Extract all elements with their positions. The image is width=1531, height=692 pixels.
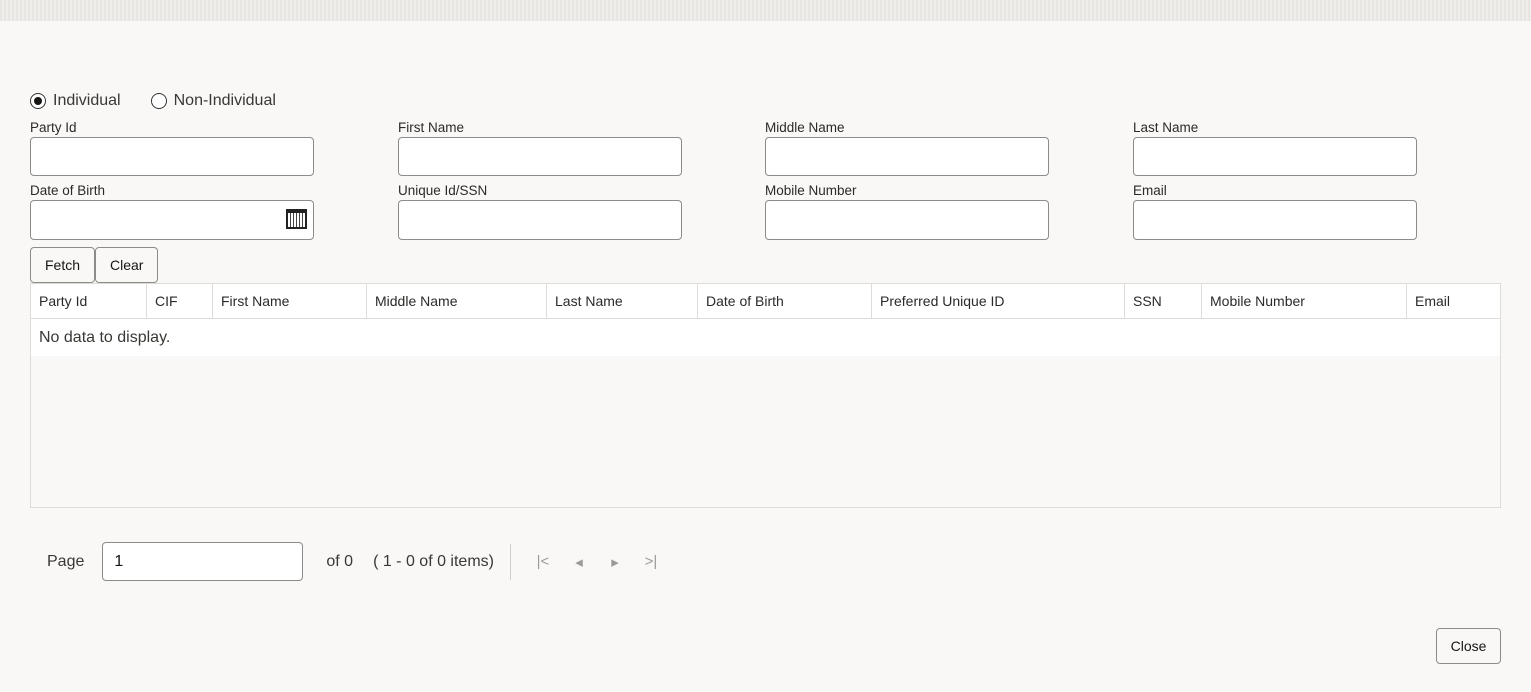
column-header[interactable]: SSN [1125, 284, 1202, 318]
party-id-field: Party Id [30, 120, 314, 176]
field-label: Mobile Number [765, 183, 857, 198]
date-of-birth-input[interactable] [30, 200, 314, 240]
column-header[interactable]: Date of Birth [698, 284, 872, 318]
field-label: Unique Id/SSN [398, 183, 488, 198]
field-label: First Name [398, 120, 465, 135]
next-page-icon[interactable]: ▸ [597, 553, 633, 571]
clear-button[interactable]: Clear [95, 247, 159, 283]
close-button[interactable]: Close [1436, 628, 1501, 664]
radio-label: Non-Individual [173, 92, 276, 109]
column-header[interactable]: Preferred Unique ID [872, 284, 1125, 318]
radio-label: Individual [53, 92, 121, 109]
page-input[interactable]: 1 [102, 542, 304, 581]
action-buttons: Fetch Clear [30, 247, 159, 283]
mobile-number-input[interactable] [765, 200, 1049, 240]
calendar-icon[interactable] [286, 209, 307, 229]
column-header[interactable]: Party Id [31, 284, 147, 318]
unique-id-input[interactable] [398, 200, 682, 240]
top-banner [0, 0, 1531, 21]
unique-id-field: Unique Id/SSN [398, 183, 682, 240]
fetch-button[interactable]: Fetch [30, 247, 96, 283]
first-name-field: First Name [398, 120, 682, 176]
page-count: of 0 [326, 552, 354, 570]
column-header[interactable]: First Name [213, 284, 367, 318]
column-header[interactable]: CIF [147, 284, 213, 318]
field-label: Email [1133, 183, 1167, 198]
item-range: ( 1 - 0 of 0 items) [373, 552, 494, 570]
field-label: Party Id [30, 120, 77, 135]
page-label: Page [47, 552, 85, 570]
radio-checked-icon [30, 93, 46, 109]
results-table: Party Id CIF First Name Middle Name Last… [30, 283, 1501, 508]
last-name-field: Last Name [1133, 120, 1417, 176]
field-label: Last Name [1133, 120, 1199, 135]
first-name-input[interactable] [398, 137, 682, 176]
first-page-icon[interactable]: |< [525, 553, 561, 570]
party-type-radio-group: Individual Non-Individual [30, 92, 276, 110]
table-header: Party Id CIF First Name Middle Name Last… [31, 284, 1500, 319]
email-input[interactable] [1133, 200, 1417, 240]
column-header[interactable]: Email [1407, 284, 1500, 318]
column-header[interactable]: Last Name [547, 284, 698, 318]
radio-unchecked-icon [150, 93, 167, 109]
field-label: Date of Birth [30, 183, 106, 198]
pagination: Page 1 of 0 ( 1 - 0 of 0 items) |< ◂ ▸ >… [47, 542, 669, 581]
divider [509, 543, 511, 580]
middle-name-field: Middle Name [765, 120, 1049, 176]
radio-non-individual[interactable]: Non-Individual [150, 92, 276, 110]
email-field: Email [1133, 183, 1417, 240]
field-label: Middle Name [765, 120, 845, 135]
party-id-input[interactable] [30, 137, 314, 176]
mobile-number-field: Mobile Number [765, 183, 1049, 240]
empty-message: No data to display. [31, 319, 1500, 356]
column-header[interactable]: Middle Name [367, 284, 547, 318]
last-page-icon[interactable]: >| [633, 553, 669, 570]
radio-individual[interactable]: Individual [30, 92, 121, 110]
last-name-input[interactable] [1133, 137, 1417, 176]
date-of-birth-field: Date of Birth [30, 183, 314, 247]
middle-name-input[interactable] [765, 137, 1049, 176]
previous-page-icon[interactable]: ◂ [561, 553, 597, 571]
column-header[interactable]: Mobile Number [1202, 284, 1407, 318]
